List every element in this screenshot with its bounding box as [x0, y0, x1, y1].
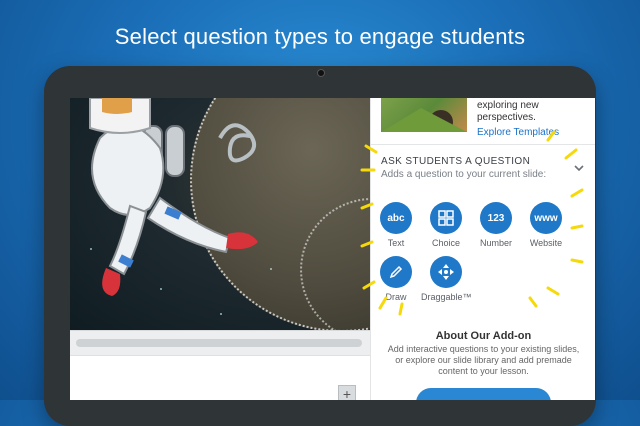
addon-side-panel: exploring new perspectives. Explore Temp…: [370, 98, 595, 400]
scrollbar-track[interactable]: [76, 339, 362, 347]
ask-question-subtitle: Adds a question to your current slide:: [381, 169, 547, 180]
question-type-label: Text: [387, 238, 405, 248]
pencil-icon: [380, 256, 412, 288]
question-type-label: Website: [529, 238, 563, 248]
about-line: Add interactive questions to your existi…: [387, 344, 580, 354]
ask-question-heading[interactable]: ASK STUDENTS A QUESTION: [381, 156, 530, 167]
promo-line: exploring new: [477, 100, 539, 111]
question-type-label: Draw: [385, 292, 407, 302]
choice-grid-icon: [430, 202, 462, 234]
question-type-number-button[interactable]: 123 Number: [471, 202, 521, 248]
explore-templates-link[interactable]: Explore Templates: [477, 127, 559, 138]
question-type-draw-button[interactable]: Draw: [371, 256, 421, 302]
template-thumbnail[interactable]: [381, 98, 467, 132]
about-heading: About Our Add-on: [435, 330, 532, 342]
promo-text: exploring new perspectives.: [477, 100, 587, 124]
about-line: or explore our slide library and add pre…: [395, 355, 572, 365]
primary-action-button[interactable]: [416, 388, 551, 400]
question-type-label: Choice: [431, 238, 460, 248]
question-type-text-button[interactable]: abc Text: [371, 202, 421, 248]
divider: [371, 144, 595, 145]
question-type-choice-button[interactable]: Choice: [421, 202, 471, 248]
question-type-website-button[interactable]: www Website: [521, 202, 571, 248]
text-icon: abc: [380, 202, 412, 234]
slide-canvas[interactable]: [70, 98, 370, 330]
chevron-down-icon[interactable]: [573, 162, 585, 174]
question-type-label: Number: [479, 238, 512, 248]
question-type-grid: abc Text Choice 123 Number www Website D…: [371, 202, 595, 312]
promo-line: perspectives.: [477, 112, 536, 123]
question-type-label: Draggable™: [421, 292, 472, 302]
camera-icon: [318, 70, 324, 76]
move-arrows-icon: [430, 256, 462, 288]
website-icon: www: [530, 202, 562, 234]
add-button[interactable]: +: [338, 385, 356, 400]
number-icon: 123: [480, 202, 512, 234]
question-type-draggable-button[interactable]: Draggable™: [421, 256, 472, 302]
headline: Select question types to engage students: [114, 24, 526, 49]
about-line: content to your lesson.: [438, 366, 529, 376]
astronaut-illustration: [89, 98, 258, 296]
app-screen: + exploring new perspectives. Explore Te…: [70, 98, 595, 400]
horizontal-scrollbar[interactable]: [70, 330, 370, 355]
speaker-notes-area[interactable]: [70, 355, 370, 400]
thumbnail-illustration: [381, 108, 467, 132]
about-description: Add interactive questions to your existi…: [381, 344, 586, 377]
